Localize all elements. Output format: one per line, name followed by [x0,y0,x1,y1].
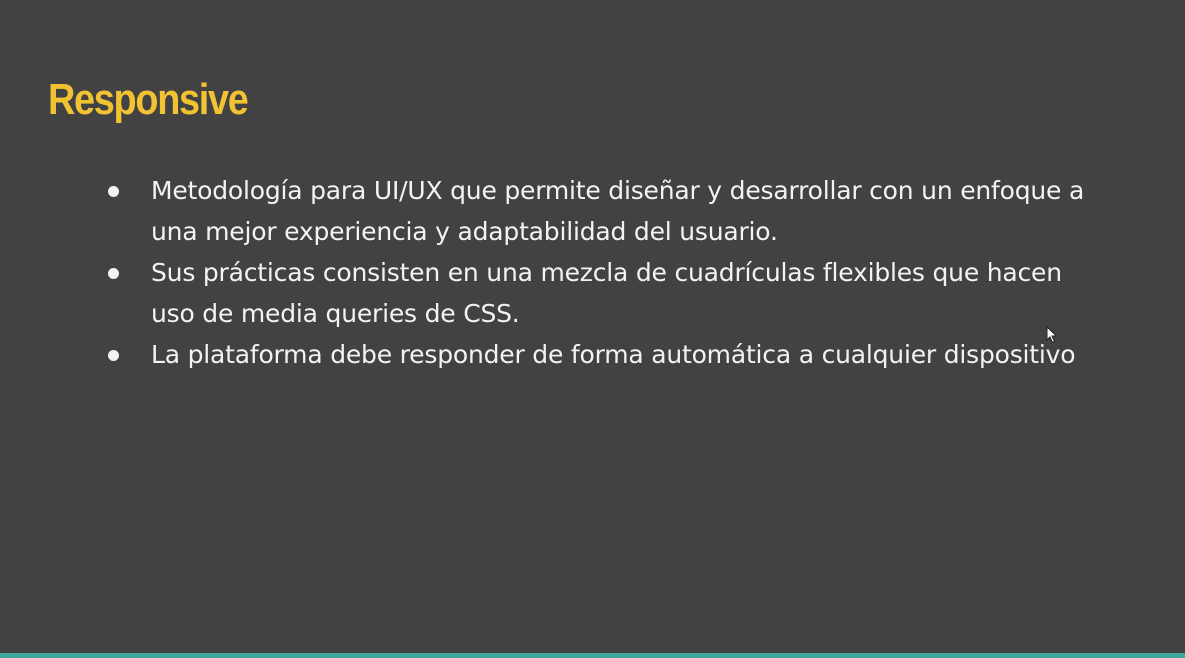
bullet-list: Metodología para UI/UX que permite diseñ… [104,170,1104,375]
slide-title: Responsive [48,75,249,124]
presentation-slide: Responsive Metodología para UI/UX que pe… [0,0,1185,658]
bullet-item: Sus prácticas consisten en una mezcla de… [104,252,1104,334]
bullet-item: Metodología para UI/UX que permite diseñ… [104,170,1104,252]
mouse-pointer-icon [1046,326,1058,344]
bullet-dot-icon [108,268,119,279]
bullet-text: Metodología para UI/UX que permite diseñ… [151,176,1085,246]
bullet-item: La plataforma debe responder de forma au… [104,334,1104,375]
accent-bar [0,653,1185,658]
bullet-text: La plataforma debe responder de forma au… [151,340,1076,369]
bullet-text: Sus prácticas consisten en una mezcla de… [151,258,1062,328]
bullet-dot-icon [108,186,119,197]
bullet-dot-icon [108,350,119,361]
